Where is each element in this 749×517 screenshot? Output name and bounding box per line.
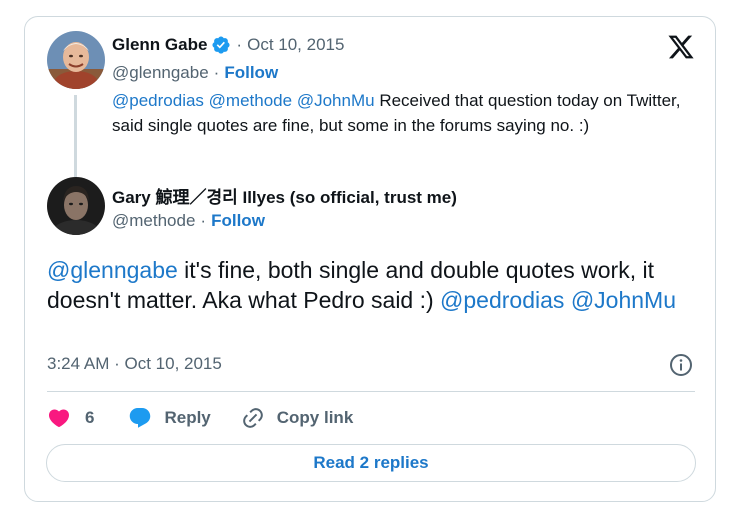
tweet-date: Oct 10, 2015 [124, 354, 222, 373]
mention-link[interactable]: @glenngabe [47, 257, 178, 283]
mention-link[interactable]: @methode [209, 91, 292, 110]
parent-handle-row: @glenngabe · Follow [112, 63, 278, 83]
divider [47, 391, 695, 392]
read-replies-label: Read 2 replies [313, 453, 429, 472]
follow-methode-button[interactable]: Follow [211, 211, 265, 231]
mention-link[interactable]: @pedrodias [440, 287, 564, 313]
link-icon [242, 408, 263, 428]
copy-link-button[interactable]: Copy link [241, 406, 354, 430]
like-button[interactable]: 6 [47, 406, 94, 430]
like-count: 6 [85, 408, 95, 427]
reply-label: Reply [164, 408, 211, 427]
x-logo-icon[interactable] [667, 33, 695, 61]
speech-bubble-icon [130, 408, 151, 428]
parent-author-name[interactable]: Glenn Gabe [112, 35, 207, 55]
tweet-time: 3:24 AM [47, 354, 110, 373]
mention-link[interactable]: @JohnMu [297, 91, 375, 110]
main-author-name[interactable]: Gary 鯨理／경리 Illyes (so official, trust me… [112, 188, 457, 207]
tweet-actions: 6 Reply Copy link [47, 403, 353, 433]
main-handle-row: @methode · Follow [112, 211, 265, 231]
thread-connector-line [74, 95, 77, 177]
heart-icon [48, 409, 70, 428]
main-tweet-text: @glenngabe it's fine, both single and do… [47, 255, 707, 315]
main-tweet-header: Gary 鯨理／경리 Illyes (so official, trust me… [112, 183, 457, 208]
separator-dot: · [200, 211, 207, 230]
tweet-timestamp[interactable]: 3:24 AM · Oct 10, 2015 [47, 354, 222, 374]
gary-illyes-avatar[interactable] [47, 177, 105, 235]
embedded-tweet-card: Glenn Gabe · Oct 10, 2015 @glenngabe · F… [24, 16, 716, 502]
mention-link[interactable]: @JohnMu [571, 287, 676, 313]
info-icon[interactable] [669, 353, 693, 377]
parent-tweet-date[interactable]: Oct 10, 2015 [247, 35, 344, 55]
glenn-gabe-avatar[interactable] [47, 31, 105, 89]
read-replies-button[interactable]: Read 2 replies [46, 444, 696, 482]
separator-dot: · [213, 63, 220, 82]
reply-button[interactable]: Reply [128, 406, 211, 430]
mention-link[interactable]: @pedrodias [112, 91, 204, 110]
parent-tweet-text: @pedrodias @methode @JohnMu Received tha… [112, 88, 702, 138]
verified-badge-icon [212, 36, 230, 54]
parent-author-handle[interactable]: @glenngabe [112, 63, 209, 83]
main-author-handle[interactable]: @methode [112, 211, 195, 231]
parent-tweet-header: Glenn Gabe · Oct 10, 2015 [112, 35, 344, 55]
follow-glenngabe-button[interactable]: Follow [224, 63, 278, 83]
separator-dot: · [236, 35, 243, 54]
copy-link-label: Copy link [276, 408, 354, 427]
